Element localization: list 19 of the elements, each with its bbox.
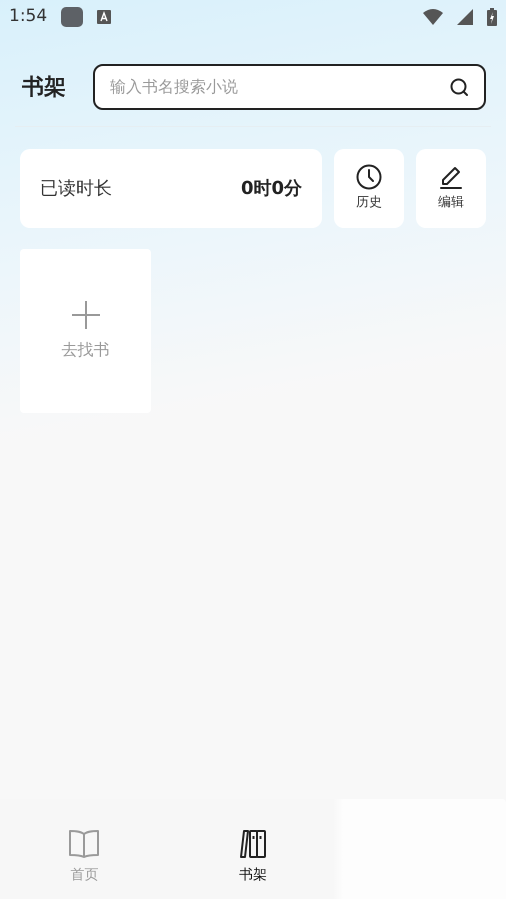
wifi-icon: [423, 9, 443, 25]
search-field[interactable]: 输入书名搜索小说: [110, 75, 449, 99]
open-book-icon: [68, 829, 100, 859]
status-time: 1:54: [9, 5, 48, 28]
battery-icon: [487, 8, 497, 26]
history-button[interactable]: 历史: [334, 149, 404, 228]
plus-icon: [70, 300, 100, 330]
nav-tab[interactable]: 书架: [168, 799, 338, 899]
page-title: 书架: [22, 74, 66, 102]
pencil-icon: [438, 164, 464, 190]
search-bar[interactable]: 输入书名搜索小说: [93, 64, 486, 110]
books-icon: [238, 829, 268, 859]
reading-time-label: 已读时长: [40, 177, 112, 201]
clock-icon: [356, 164, 382, 190]
notification-icon: [97, 10, 112, 24]
search-icon[interactable]: [449, 77, 469, 97]
signal-icon: [457, 9, 473, 25]
edit-button[interactable]: 编辑: [416, 149, 486, 228]
reading-time-value: 0时0分: [240, 177, 302, 201]
